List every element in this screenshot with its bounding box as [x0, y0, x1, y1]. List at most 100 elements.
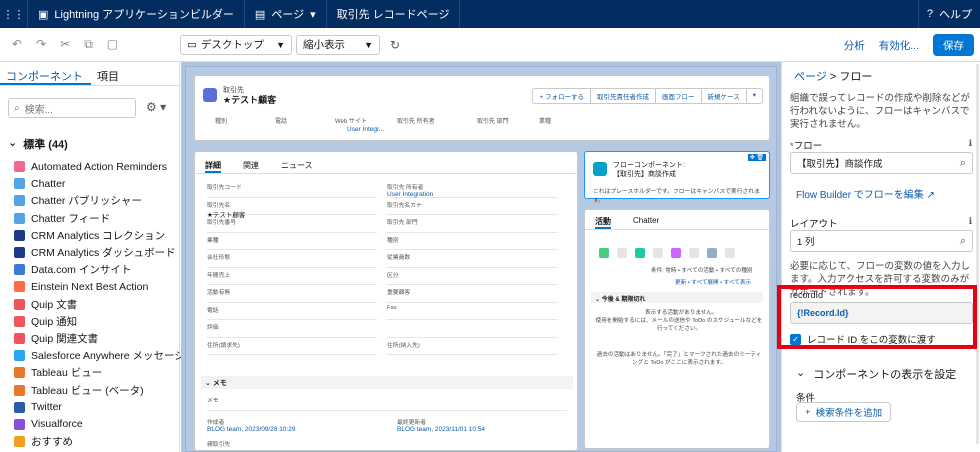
detail-field: 種別: [387, 233, 557, 250]
breadcrumb-current: フロー: [839, 71, 873, 83]
add-filter-button[interactable]: + 検索条件を追加: [796, 402, 892, 422]
scrollbar[interactable]: [976, 64, 979, 444]
chevron-down-icon[interactable]: [617, 248, 627, 258]
app-launcher-icon[interactable]: ⋮⋮: [0, 0, 28, 28]
component-search-input[interactable]: ⌕ 検索...: [8, 98, 136, 118]
hl-field-owner: 取引先 所有者: [397, 119, 435, 125]
flow-field-label: *フロー: [790, 141, 823, 152]
chevron-down-icon: ▼: [364, 39, 373, 50]
plus-icon: +: [805, 406, 811, 418]
info-icon[interactable]: ℹ: [969, 138, 972, 149]
help-button[interactable]: ? ヘルプ: [917, 0, 980, 28]
info-icon[interactable]: ℹ: [969, 216, 972, 227]
search-icon: ⌕: [14, 102, 20, 114]
follow-button[interactable]: + フォローする: [533, 89, 592, 103]
upcoming-header[interactable]: ⌄ 今後 & 期限切れ: [591, 292, 763, 303]
component-item[interactable]: おすすめ: [14, 433, 174, 450]
tab-related[interactable]: 関連: [243, 160, 259, 173]
more-actions-icon[interactable]: ▾: [747, 89, 762, 103]
component-item[interactable]: Einstein Next Best Action: [14, 278, 174, 295]
log-call-icon[interactable]: [599, 248, 609, 258]
activate-button[interactable]: 有効化...: [879, 38, 919, 53]
visibility-section[interactable]: ⌄ コンポーネントの表示を設定: [796, 366, 956, 382]
component-item[interactable]: Quip 通知: [14, 313, 174, 330]
copy-icon[interactable]: ⧉: [84, 37, 93, 52]
flow-builder-link[interactable]: Flow Builder でフローを編集 ↗: [796, 186, 935, 201]
device-select[interactable]: ▭ デスクトップ ▼: [180, 34, 292, 55]
new-event-icon[interactable]: [671, 248, 681, 258]
new-task-icon[interactable]: [635, 248, 645, 258]
chevron-down-icon[interactable]: [725, 248, 735, 258]
activity-links[interactable]: 更新 • すべて展開 • すべて表示: [675, 278, 751, 286]
layout-field[interactable]: 1 列 ⌕: [790, 230, 973, 252]
component-panel: コンポーネント 項目 ⌕ 検索... ⚙ ▾ ⌄ 標準 (44) Automat…: [0, 62, 185, 452]
component-item[interactable]: Chatter フィード: [14, 210, 174, 227]
component-item[interactable]: Quip 文書: [14, 296, 174, 313]
component-item[interactable]: Salesforce Anywhere メッセージ: [14, 347, 185, 364]
new-case-button[interactable]: 新規ケース: [702, 89, 747, 103]
memo-section-header[interactable]: ⌄ メモ: [201, 376, 573, 389]
get-started-text: 使用を開始するには、メールの送信や ToDo のスケジュールなどを行ってください…: [595, 318, 763, 332]
chevron-down-icon[interactable]: [689, 248, 699, 258]
component-item[interactable]: Quip 関連文書: [14, 330, 174, 347]
tab-chatter[interactable]: Chatter: [633, 216, 659, 229]
paste-icon[interactable]: ▢: [107, 37, 118, 52]
detail-field: 年間売上: [207, 268, 377, 285]
app-icon: ▣: [38, 8, 49, 21]
save-button[interactable]: 保存: [933, 34, 974, 56]
record-name: ★テスト顧客: [223, 95, 277, 105]
component-item[interactable]: Chatter パブリッシャー: [14, 192, 174, 209]
component-item[interactable]: CRM Analytics コレクション: [14, 227, 174, 244]
view-select[interactable]: 縮小表示 ▼: [296, 34, 380, 55]
component-icon: [14, 229, 25, 241]
page-name: 取引先 レコードページ: [327, 0, 461, 28]
toolbar: ↶ ↷ ✂ ⧉ ▢ ▭ デスクトップ ▼ 縮小表示 ▼ ↻ 分析 有効化... …: [0, 28, 980, 62]
redo-icon[interactable]: ↷: [36, 37, 46, 52]
gear-icon[interactable]: ⚙ ▾: [146, 100, 166, 114]
section-standard[interactable]: ⌄ 標準 (44): [8, 136, 68, 152]
tab-fields[interactable]: 項目: [91, 62, 127, 85]
cut-icon[interactable]: ✂: [60, 37, 70, 52]
component-item[interactable]: Twitter: [14, 399, 174, 416]
component-icon: [14, 298, 25, 310]
component-icon: [14, 315, 25, 327]
page-canvas: 取引先 ★テスト顧客 + フォローする 取引先責任者作成 画面フロー 新規ケース…: [181, 62, 781, 452]
component-item[interactable]: Data.com インサイト: [14, 261, 174, 278]
create-contact-button[interactable]: 取引先責任者作成: [591, 89, 657, 103]
chevron-down-icon[interactable]: [653, 248, 663, 258]
component-icon: [14, 350, 25, 362]
email-icon[interactable]: [707, 248, 717, 258]
flow-name: 【取引先】商談作成: [613, 171, 676, 178]
tab-news[interactable]: ニュース: [281, 160, 313, 173]
tab-components[interactable]: コンポーネント: [0, 62, 91, 85]
screen-flow-button[interactable]: 画面フロー: [656, 89, 702, 103]
detail-field: 取引先 所有者 User Integration: [387, 180, 557, 198]
component-item[interactable]: Tableau ビュー (ベータ): [14, 381, 174, 398]
flow-field[interactable]: 【取引先】商談作成 ⌕: [790, 152, 973, 174]
refresh-icon[interactable]: ↻: [390, 38, 400, 52]
page-menu[interactable]: ▤ ページ ▾: [245, 0, 327, 28]
component-item[interactable]: CRM Analytics ダッシュボード: [14, 244, 176, 261]
component-item[interactable]: Automated Action Reminders: [14, 158, 174, 175]
flow-placeholder-note: これはプレースホルダーです。フローはキャンバスで実行されます。: [593, 189, 760, 204]
component-item[interactable]: Tableau ビュー: [14, 364, 174, 381]
component-item[interactable]: Chatter: [14, 175, 174, 192]
highlights-panel[interactable]: 取引先 ★テスト顧客 + フォローする 取引先責任者作成 画面フロー 新規ケース…: [194, 75, 770, 141]
tab-activity[interactable]: 活動: [595, 216, 611, 229]
flow-component-card[interactable]: フローコンポーネント: 【取引先】商談作成 これはプレースホルダーです。フローは…: [584, 151, 770, 204]
owner-link[interactable]: User Integr...: [347, 126, 384, 133]
tab-detail[interactable]: 詳細: [205, 160, 221, 173]
component-actions-icon[interactable]: ✥ 🗑: [747, 154, 766, 161]
detail-field: 活動有無: [207, 285, 377, 303]
record-detail-card[interactable]: 詳細 関連 ニュース 取引先コード 取引先 所有者 User Integration…: [194, 151, 578, 451]
detail-field: 会社形態: [207, 250, 377, 268]
undo-icon[interactable]: ↶: [12, 37, 22, 52]
activity-card[interactable]: 活動 Chatter 条件: 常時 • すべての活動 • すべての種別 更新 •…: [584, 209, 770, 449]
breadcrumb: ページ > フロー: [794, 71, 873, 83]
component-item[interactable]: Visualforce: [14, 416, 174, 433]
detail-field: Fax: [387, 303, 557, 320]
modified-by-field: 最終更新者 BLOG team, 2023/11/01 10:54: [397, 420, 486, 433]
breadcrumb-page[interactable]: ページ: [794, 71, 827, 83]
analyze-button[interactable]: 分析: [844, 38, 865, 53]
activity-filter: 条件: 常時 • すべての活動 • すべての種別: [651, 268, 753, 274]
